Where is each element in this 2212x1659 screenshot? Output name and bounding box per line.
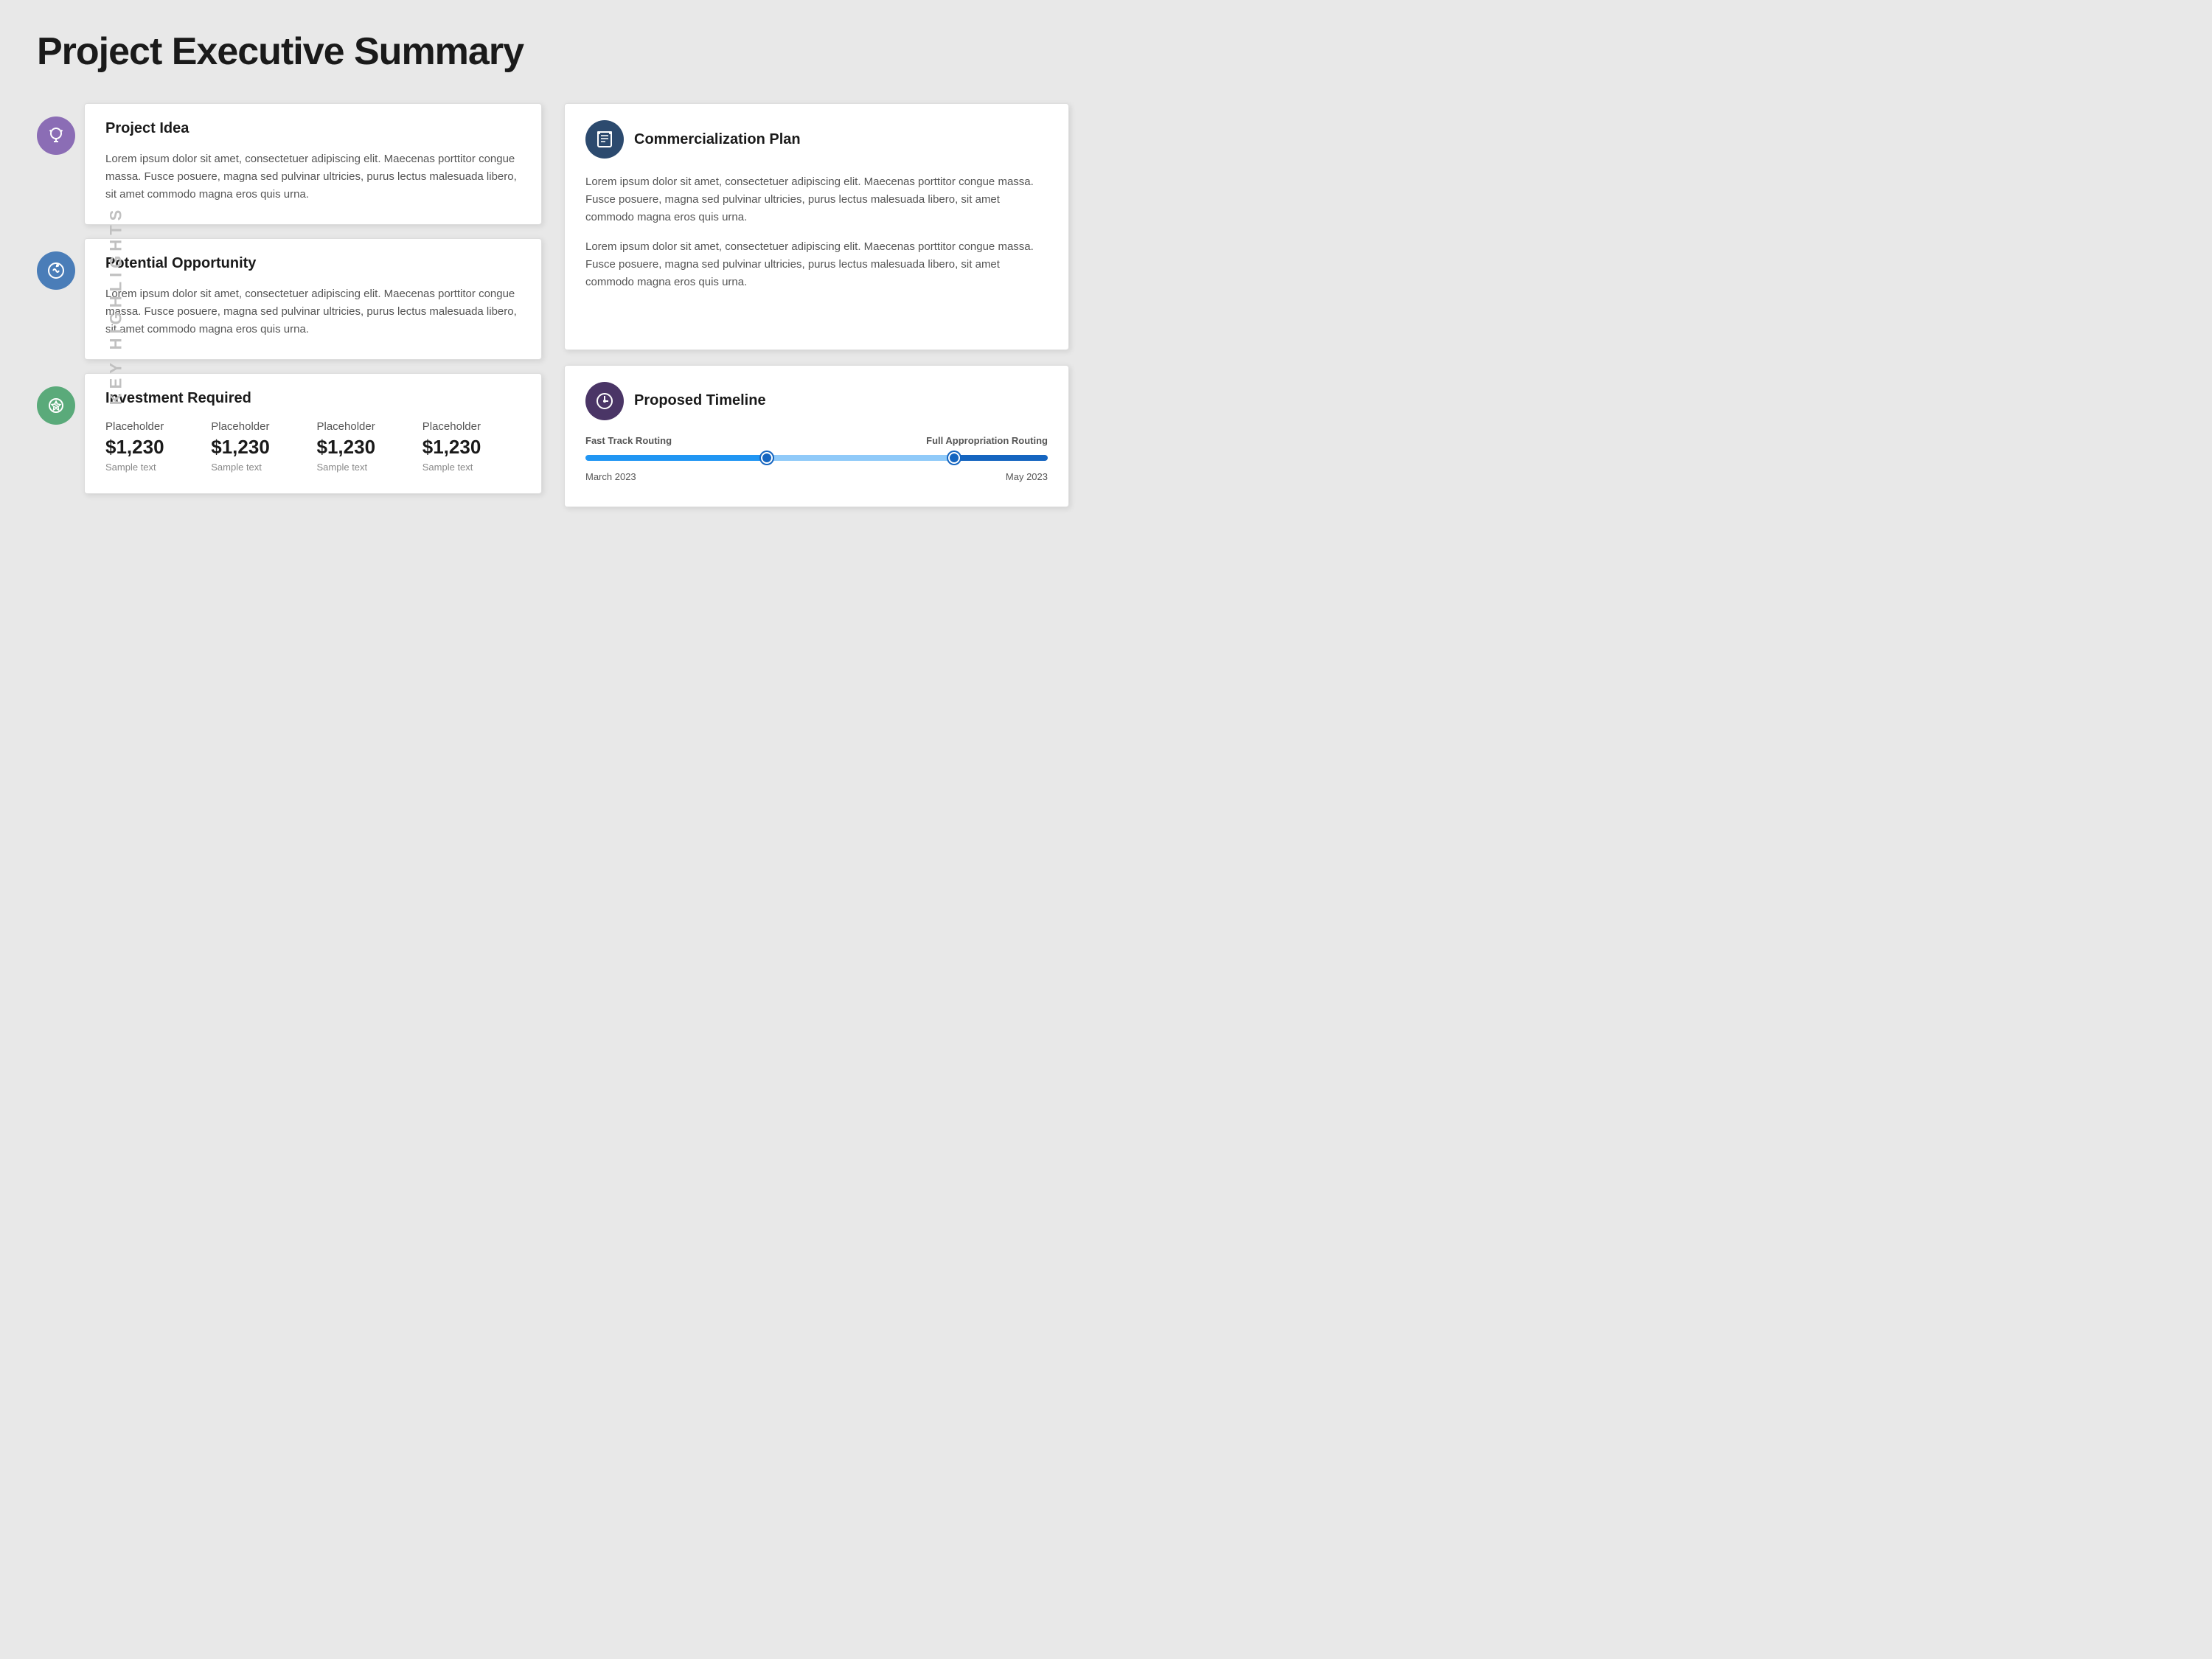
investment-item-3: Placeholder $1,230 Sample text [317,420,415,473]
investment-item-1: Placeholder $1,230 Sample text [105,420,204,473]
investment-sample-3: Sample text [317,462,415,473]
investment-required-card: Investment Required Placeholder $1,230 S… [84,373,542,494]
potential-opportunity-title: Potential Opportunity [105,255,521,272]
investment-required-title: Investment Required [105,390,521,407]
project-idea-card: Project Idea Lorem ipsum dolor sit amet,… [84,103,542,225]
investment-sample-2: Sample text [211,462,309,473]
svg-text:$: $ [54,402,58,410]
project-idea-title: Project Idea [105,120,521,137]
investment-sample-4: Sample text [422,462,521,473]
commercialization-plan-card: Commercialization Plan Lorem ipsum dolor… [564,103,1069,350]
investment-placeholder-2: Placeholder [211,420,309,433]
investment-amount-2: $1,230 [211,436,309,459]
investment-placeholder-4: Placeholder [422,420,521,433]
proposed-timeline-title: Proposed Timeline [634,392,766,409]
timeline-date-start: March 2023 [585,471,636,482]
timeline-bar-segment-2 [773,455,948,461]
commercialization-plan-title: Commercialization Plan [634,131,801,148]
timeline-bar-segment-1 [585,455,761,461]
fast-track-label: Fast Track Routing [585,435,672,446]
investment-item-4: Placeholder $1,230 Sample text [422,420,521,473]
investment-placeholder-3: Placeholder [317,420,415,433]
proposed-timeline-card: Proposed Timeline Fast Track Routing Ful… [564,365,1069,507]
timeline-dot-1 [761,452,773,464]
commercialization-plan-body: Lorem ipsum dolor sit amet, consectetuer… [585,173,1048,291]
investment-item-2: Placeholder $1,230 Sample text [211,420,309,473]
investment-amount-3: $1,230 [317,436,415,459]
investment-sample-1: Sample text [105,462,204,473]
potential-opportunity-card: Potential Opportunity Lorem ipsum dolor … [84,238,542,360]
timeline-labels: Fast Track Routing Full Appropriation Ro… [585,435,1048,446]
timeline-date-end: May 2023 [1006,471,1048,482]
commercialization-plan-header: Commercialization Plan [585,120,1048,159]
main-grid: KEY HIGHLIGHTS Project Idea Lorem ipsum … [37,103,1069,507]
timeline-dates: March 2023 May 2023 [585,471,1048,482]
potential-opportunity-icon [37,251,75,290]
proposed-timeline-icon [585,382,624,420]
full-appropriation-label: Full Appropriation Routing [926,435,1048,446]
page-title: Project Executive Summary [37,29,1069,74]
key-highlights-label: KEY HIGHLIGHTS [106,206,125,406]
commercialization-plan-icon [585,120,624,159]
right-column: Commercialization Plan Lorem ipsum dolor… [564,103,1069,507]
commercialization-para2: Lorem ipsum dolor sit amet, consectetuer… [585,238,1048,291]
timeline-bar-segment-3 [960,455,1048,461]
commercialization-para1: Lorem ipsum dolor sit amet, consectetuer… [585,173,1048,226]
potential-opportunity-body: Lorem ipsum dolor sit amet, consectetuer… [105,285,521,338]
proposed-timeline-header: Proposed Timeline [585,382,1048,420]
timeline-section: Fast Track Routing Full Appropriation Ro… [585,435,1048,482]
timeline-dot-2 [948,452,960,464]
investment-amount-1: $1,230 [105,436,204,459]
investment-required-icon: $ [37,386,75,425]
timeline-bar [585,452,1048,464]
investment-placeholder-1: Placeholder [105,420,204,433]
project-idea-body: Lorem ipsum dolor sit amet, consectetuer… [105,150,521,204]
left-column: KEY HIGHLIGHTS Project Idea Lorem ipsum … [37,103,542,507]
investment-grid: Placeholder $1,230 Sample text Placehold… [105,420,521,473]
project-idea-icon [37,116,75,155]
investment-amount-4: $1,230 [422,436,521,459]
